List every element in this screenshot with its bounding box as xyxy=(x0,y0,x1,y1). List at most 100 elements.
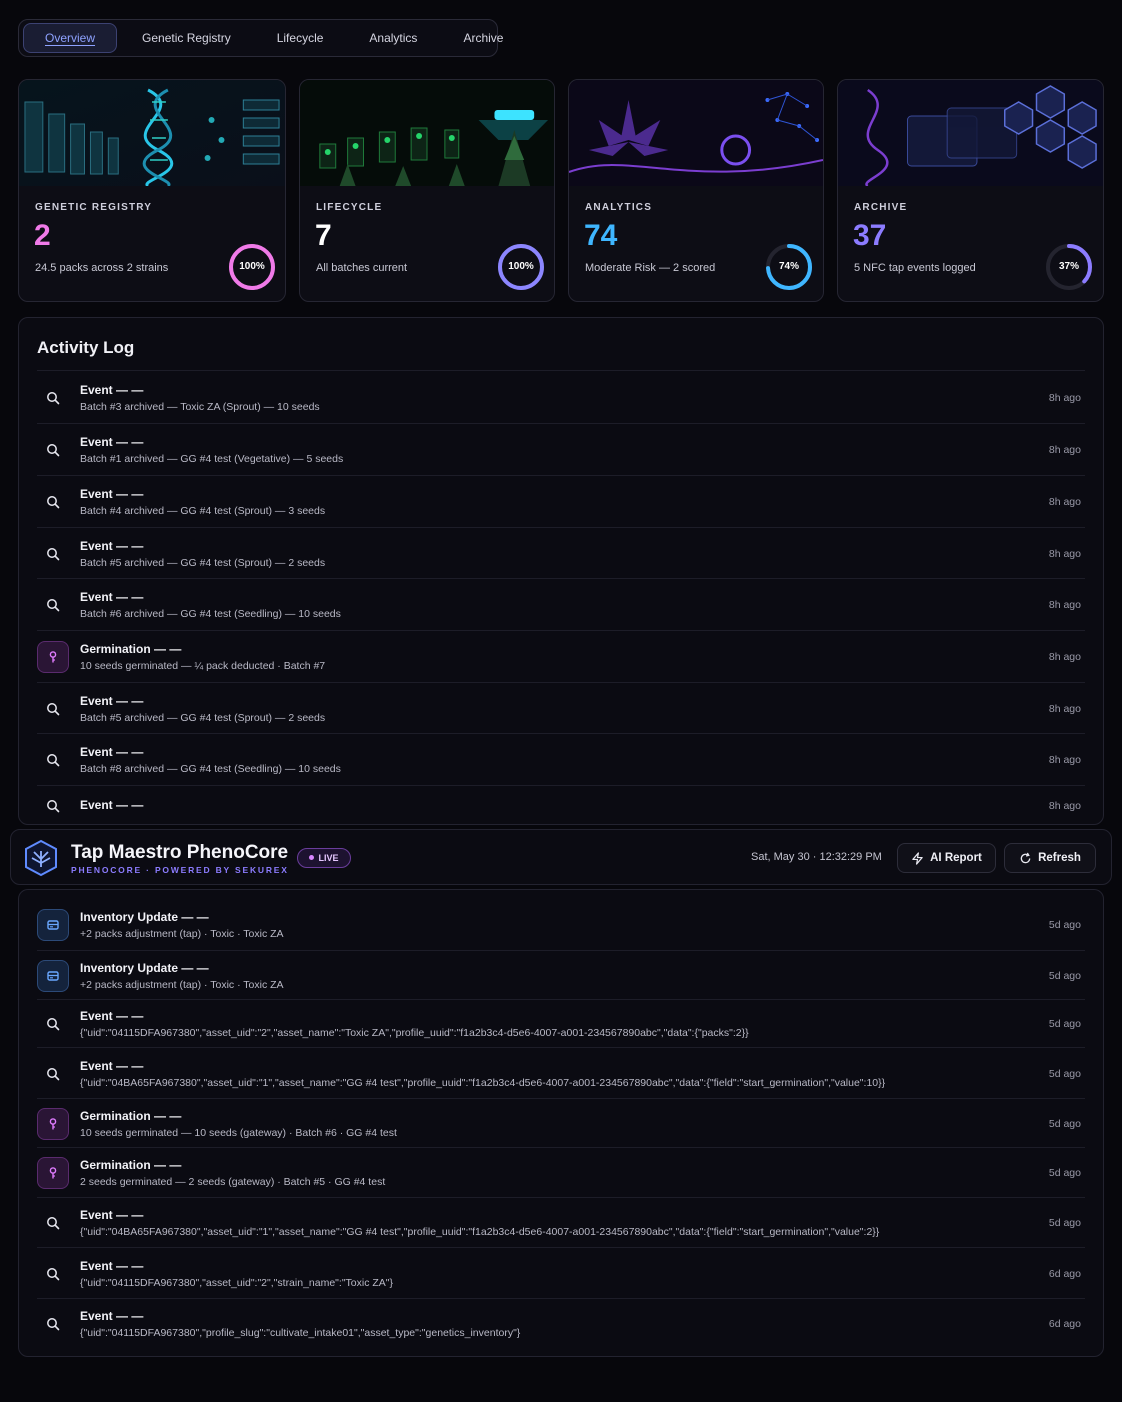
item-title: Inventory Update — — xyxy=(80,960,209,975)
item-timestamp: 5d ago xyxy=(1048,1117,1081,1130)
list-item[interactable]: Event — — Batch #4 archived — GG #4 test … xyxy=(37,475,1085,527)
card-value: 37 xyxy=(853,219,887,252)
card-value: 2 xyxy=(34,219,51,252)
item-detail: {"uid":"04115DFA967380","asset_uid":"2",… xyxy=(80,1027,749,1039)
list-item[interactable]: Event — — {"uid":"04115DFA967380","profil… xyxy=(37,1298,1085,1348)
item-title: Event — — xyxy=(80,798,144,812)
tab-overview[interactable]: Overview xyxy=(23,23,118,53)
item-title: Event — — xyxy=(80,538,144,553)
card-label: GENETIC REGISTRY xyxy=(35,202,153,213)
item-title: Inventory Update — — xyxy=(80,910,209,924)
current-datetime: Sat, May 30 · 12:32:29 PM xyxy=(751,851,882,863)
progress-ring-label: 100% xyxy=(508,261,534,272)
item-detail: {"uid":"04115DFA967380","asset_uid":"2",… xyxy=(80,1276,394,1289)
card-label: LIFECYCLE xyxy=(316,202,383,213)
search-icon xyxy=(37,1008,69,1040)
list-item[interactable]: Germination — — 10 seeds germinated — 10 … xyxy=(37,1098,1085,1147)
tab-analytics[interactable]: Analytics xyxy=(348,23,438,53)
list-item[interactable]: Event — — {"uid":"04BA65FA967380","asset_… xyxy=(37,1197,1085,1247)
item-title: Germination — — xyxy=(80,1158,182,1172)
search-icon xyxy=(37,434,69,466)
list-item[interactable]: Event — — {"uid":"04115DFA967380","asset_… xyxy=(37,1247,1085,1298)
ai-report-label: AI Report xyxy=(930,852,982,864)
item-timestamp: 5d ago xyxy=(1048,1067,1081,1080)
event-feed-list[interactable]: Inventory Update — — +2 packs adjustment … xyxy=(19,900,1103,1348)
tab-archive[interactable]: Archive xyxy=(442,23,524,53)
item-timestamp: 6d ago xyxy=(1048,1318,1081,1330)
list-item[interactable]: Inventory Update — — +2 packs adjustment … xyxy=(37,900,1085,950)
card-label: ARCHIVE xyxy=(854,202,908,213)
item-timestamp: 5d ago xyxy=(1048,1167,1081,1179)
search-icon xyxy=(37,1058,69,1090)
live-dot-icon xyxy=(309,855,315,860)
refresh-label: Refresh xyxy=(1038,852,1081,864)
list-item[interactable]: Event — — Batch #3 archived — Toxic ZA (S… xyxy=(37,370,1085,423)
progress-ring: 100% xyxy=(496,242,546,292)
archive-card[interactable]: ARCHIVE 37 5 NFC tap events logged 37% xyxy=(837,79,1104,302)
search-icon xyxy=(37,486,69,518)
list-item[interactable]: Event — — Batch #5 archived — GG #4 test … xyxy=(37,682,1085,733)
analytics-banner-image xyxy=(569,80,823,186)
list-item[interactable]: Event — — Batch #5 archived — GG #4 test … xyxy=(37,527,1085,578)
inventory-icon xyxy=(37,959,69,992)
item-timestamp: 5d ago xyxy=(1048,1217,1081,1229)
list-item[interactable]: Inventory Update — — +2 packs adjustment … xyxy=(37,950,1085,999)
tab-lifecycle[interactable]: Lifecycle xyxy=(256,23,345,53)
search-icon xyxy=(37,790,69,822)
list-item[interactable]: Event — — {"uid":"04115DFA967380","asset_… xyxy=(37,999,1085,1047)
card-label: ANALYTICS xyxy=(585,202,653,213)
item-title: Event — — xyxy=(80,1009,144,1023)
item-timestamp: 6d ago xyxy=(1048,1267,1081,1280)
genetic-registry-card[interactable]: GENETIC REGISTRY 2 24.5 packs across 2 s… xyxy=(18,79,286,302)
list-item[interactable]: Event — — {"uid":"04BA65FA967380","asset_… xyxy=(37,1047,1085,1098)
main-tabs: Overview Genetic Registry Lifecycle Anal… xyxy=(18,19,503,57)
activity-log-list[interactable]: Event — — Batch #3 archived — Toxic ZA (S… xyxy=(19,370,1103,824)
list-item[interactable]: Event — — Batch #1 archived — GG #4 test … xyxy=(37,423,1085,475)
card-value: 74 xyxy=(584,219,618,252)
archive-banner-image xyxy=(838,80,1103,186)
lifecycle-card[interactable]: LIFECYCLE 7 All batches current 100% xyxy=(299,79,555,302)
item-timestamp: 8h ago xyxy=(1048,547,1081,560)
item-detail: Batch #6 archived — GG #4 test (Seedling… xyxy=(80,608,341,620)
item-title: Germination — — xyxy=(80,1108,182,1123)
app-subtitle: PHENOCORE · POWERED BY SEKUREX xyxy=(71,865,289,875)
card-subtitle: Moderate Risk — 2 scored xyxy=(585,262,716,274)
activity-log-panel: Activity Log Event — — Batch #3 archived … xyxy=(18,317,1104,825)
item-title: Event — — xyxy=(80,1258,144,1273)
list-item[interactable]: Event — — Batch #8 archived — GG #4 test … xyxy=(37,733,1085,785)
search-icon xyxy=(37,1207,69,1239)
search-icon xyxy=(37,693,69,725)
tab-genetic-registry[interactable]: Genetic Registry xyxy=(121,23,252,53)
item-title: Event — — xyxy=(80,1208,144,1222)
list-item[interactable]: Event — — Batch #6 archived — GG #4 test … xyxy=(37,578,1085,630)
item-detail: +2 packs adjustment (tap) · Toxic · Toxi… xyxy=(80,928,284,940)
item-detail: 10 seeds germinated — 10 seeds (gateway)… xyxy=(80,1126,397,1139)
search-icon xyxy=(37,538,69,570)
item-detail: Batch #5 archived — GG #4 test (Sprout) … xyxy=(80,711,326,724)
list-item[interactable]: Event — — 8h ago xyxy=(37,785,1085,824)
item-title: Event — — xyxy=(80,693,144,708)
item-timestamp: 8h ago xyxy=(1048,444,1081,456)
item-timestamp: 8h ago xyxy=(1048,391,1081,404)
progress-ring-label: 100% xyxy=(239,261,265,272)
item-detail: {"uid":"04BA65FA967380","asset_uid":"1",… xyxy=(80,1226,880,1238)
item-timestamp: 5d ago xyxy=(1048,919,1081,931)
list-item[interactable]: Germination — — 10 seeds germinated — ¼ p… xyxy=(37,630,1085,682)
search-icon xyxy=(37,1258,69,1290)
item-title: Event — — xyxy=(80,487,144,501)
sprout-icon xyxy=(37,1157,69,1189)
item-title: Event — — xyxy=(80,1058,144,1073)
analytics-card[interactable]: ANALYTICS 74 Moderate Risk — 2 scored 74… xyxy=(568,79,824,302)
item-detail: Batch #1 archived — GG #4 test (Vegetati… xyxy=(80,453,344,465)
list-item[interactable]: Germination — — 2 seeds germinated — 2 se… xyxy=(37,1147,1085,1197)
item-detail: {"uid":"04BA65FA967380","asset_uid":"1",… xyxy=(80,1076,886,1089)
item-timestamp: 8h ago xyxy=(1048,702,1081,715)
item-timestamp: 8h ago xyxy=(1048,496,1081,508)
ai-report-button[interactable]: AI Report xyxy=(897,843,996,873)
event-feed-panel: Inventory Update — — +2 packs adjustment … xyxy=(18,889,1104,1357)
refresh-button[interactable]: Refresh xyxy=(1004,843,1096,873)
card-value: 7 xyxy=(315,219,332,252)
card-subtitle: All batches current xyxy=(316,262,408,274)
item-timestamp: 8h ago xyxy=(1048,651,1081,663)
live-badge: LIVE xyxy=(297,848,351,868)
